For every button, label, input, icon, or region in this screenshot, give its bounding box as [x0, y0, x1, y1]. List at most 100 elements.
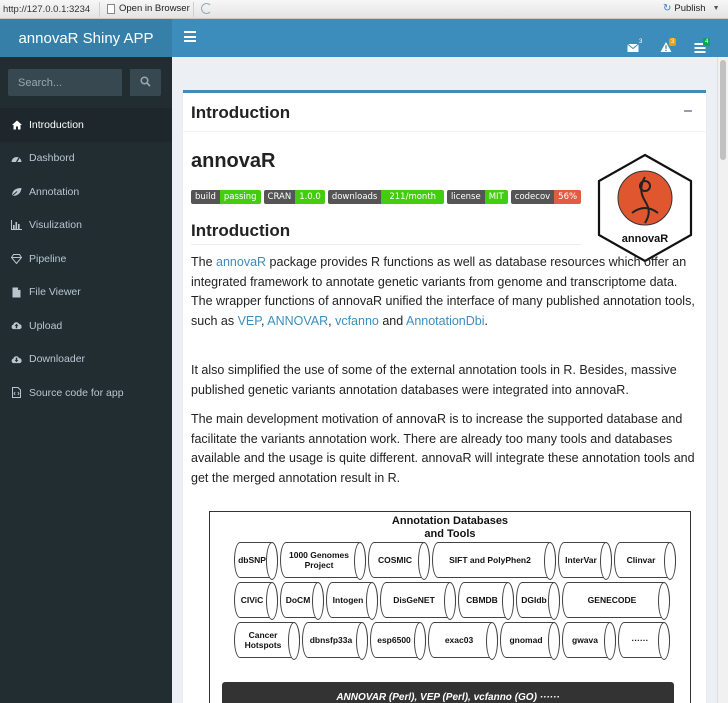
database-cylinder: gnomad [500, 622, 560, 660]
app-title: annovaR Shiny APP [18, 29, 154, 47]
database-cylinder: DoCM [280, 582, 324, 620]
sidebar-item-visulization[interactable]: Visulization [0, 209, 172, 243]
home-icon [11, 119, 22, 130]
sidebar-item-downloader[interactable]: Downloader [0, 343, 172, 377]
intro-paragraph-3: The main development motivation of annov… [191, 412, 695, 485]
publish-label: Publish [674, 3, 706, 14]
sidebar-item-annotation[interactable]: Annotation [0, 175, 172, 209]
sidebar-item-label: Downloader [29, 353, 86, 366]
intro-paragraph-2: It also simplified the use of some of th… [191, 363, 677, 397]
database-cylinder: InterVar [558, 542, 612, 580]
cloud-download-icon [11, 354, 22, 365]
vcfanno-link[interactable]: vcfanno [335, 314, 379, 328]
document-icon [107, 3, 115, 14]
publish-icon: ↻ [663, 3, 672, 14]
database-cylinder: DisGeNET [380, 582, 456, 620]
sidebar-item-label: Introduction [29, 118, 84, 131]
top-navbar: 3 3 4 [172, 19, 728, 57]
package-title: annovaR [191, 150, 276, 172]
box-title: Introduction [191, 103, 291, 122]
annotation-diagram: Annotation Databases and Tools dbSNP 100… [209, 511, 691, 703]
box-divider [183, 131, 706, 132]
content-area: Introduction annovaR build passing CRAN 1.… [172, 57, 717, 703]
sidebar: Introduction Dashbord Annotation Visuliz… [0, 57, 172, 703]
database-row-2: CIViC DoCM Intogen DisGeNET CBMDB DGIdb … [234, 582, 670, 620]
sidebar-item-label: Visulization [29, 219, 82, 232]
cloud-upload-icon [11, 320, 22, 331]
sidebar-item-label: Pipeline [29, 252, 67, 265]
annovar-hex-logo: annovaR [597, 153, 693, 263]
database-cylinder: ······ [618, 622, 670, 660]
sidebar-item-label: Dashbord [29, 152, 75, 165]
dashboard-icon [11, 153, 22, 164]
publish-button[interactable]: ↻ Publish ▼ [663, 3, 720, 14]
database-cylinder: Cancer Hotspots [234, 622, 300, 660]
cran-badge[interactable]: CRAN 1.0.0 [263, 190, 325, 204]
url-text[interactable]: http://127.0.0.1:3234 [3, 4, 90, 15]
diamond-icon [11, 253, 22, 264]
open-in-browser-button[interactable]: Open in Browser [107, 3, 190, 14]
vep-link[interactable]: VEP [238, 314, 261, 328]
heading-underline [191, 244, 581, 245]
open-in-browser-label: Open in Browser [119, 3, 190, 14]
database-cylinder: CBMDB [458, 582, 514, 620]
sidebar-item-label: Source code for app [29, 386, 124, 399]
hex-logo-text: annovaR [622, 233, 669, 245]
sidebar-item-file-viewer[interactable]: File Viewer [0, 276, 172, 310]
search-input[interactable] [8, 69, 122, 96]
annovar-tool-link[interactable]: ANNOVAR [267, 314, 328, 328]
chevron-down-icon: ▼ [712, 5, 720, 12]
sidebar-search [8, 69, 161, 96]
tasks-badge: 4 [703, 38, 711, 46]
database-cylinder: GENECODE [562, 582, 670, 620]
sidebar-item-source-code[interactable]: Source code for app [0, 376, 172, 410]
database-cylinder: 1000 Genomes Project [280, 542, 366, 580]
database-row-1: dbSNP 1000 Genomes Project COSMIC SIFT a… [234, 542, 676, 580]
refresh-icon[interactable] [201, 3, 212, 14]
app-logo[interactable]: annovaR Shiny APP [0, 19, 172, 57]
collapse-icon[interactable] [684, 110, 692, 112]
notifications-badge: 3 [669, 38, 677, 46]
database-cylinder: COSMIC [368, 542, 430, 580]
database-cylinder: dbnsfp33a [302, 622, 368, 660]
shield-badges: build passing CRAN 1.0.0 downloads 211/mont… [191, 190, 582, 204]
leaf-icon [11, 186, 22, 197]
codecov-badge[interactable]: codecov 56% [510, 190, 582, 204]
database-cylinder: CIViC [234, 582, 278, 620]
file-code-icon [11, 387, 22, 399]
toolbar-separator [193, 2, 194, 17]
browser-toolbar: http://127.0.0.1:3234 Open in Browser ↻ … [0, 0, 728, 19]
sidebar-toggle-icon[interactable] [184, 31, 196, 42]
database-cylinder: Clinvar [614, 542, 676, 580]
database-cylinder: gwava [562, 622, 616, 660]
scrollbar-thumb[interactable] [720, 60, 726, 160]
build-badge[interactable]: build passing [191, 190, 261, 204]
license-badge[interactable]: license MIT [447, 190, 508, 204]
database-cylinder: SIFT and PolyPhen2 [432, 542, 556, 580]
sidebar-item-label: Annotation [29, 185, 80, 198]
intro-paragraph-1: The annovaR package provides R functions… [191, 255, 695, 328]
diagram-title: Annotation Databases and Tools [391, 515, 509, 540]
content-scrollbar[interactable] [717, 57, 728, 703]
sidebar-item-upload[interactable]: Upload [0, 309, 172, 343]
database-row-3: Cancer Hotspots dbnsfp33a esp6500 exac03… [234, 622, 670, 660]
search-icon [140, 76, 151, 87]
annovar-link[interactable]: annovaR [216, 255, 266, 269]
section-heading: Introduction [191, 221, 291, 240]
bar-chart-icon [11, 220, 22, 231]
intro-box: Introduction annovaR build passing CRAN 1.… [183, 90, 706, 703]
sidebar-item-label: File Viewer [29, 286, 81, 299]
search-button[interactable] [130, 69, 161, 96]
database-cylinder: dbSNP [234, 542, 278, 580]
sidebar-item-introduction[interactable]: Introduction [0, 108, 172, 142]
downloads-badge[interactable]: downloads 211/month [327, 190, 445, 204]
tools-bar: ANNOVAR (Perl), VEP (Perl), vcfanno (GO)… [222, 682, 674, 703]
annotationdbi-link[interactable]: AnnotationDbi [406, 314, 485, 328]
sidebar-item-dashbord[interactable]: Dashbord [0, 142, 172, 176]
messages-badge: 3 [639, 39, 643, 45]
sidebar-menu: Introduction Dashbord Annotation Visuliz… [0, 108, 172, 410]
app-window: http://127.0.0.1:3234 Open in Browser ↻ … [0, 0, 728, 703]
sidebar-item-pipeline[interactable]: Pipeline [0, 242, 172, 276]
file-icon [11, 287, 22, 298]
database-cylinder: esp6500 [370, 622, 426, 660]
